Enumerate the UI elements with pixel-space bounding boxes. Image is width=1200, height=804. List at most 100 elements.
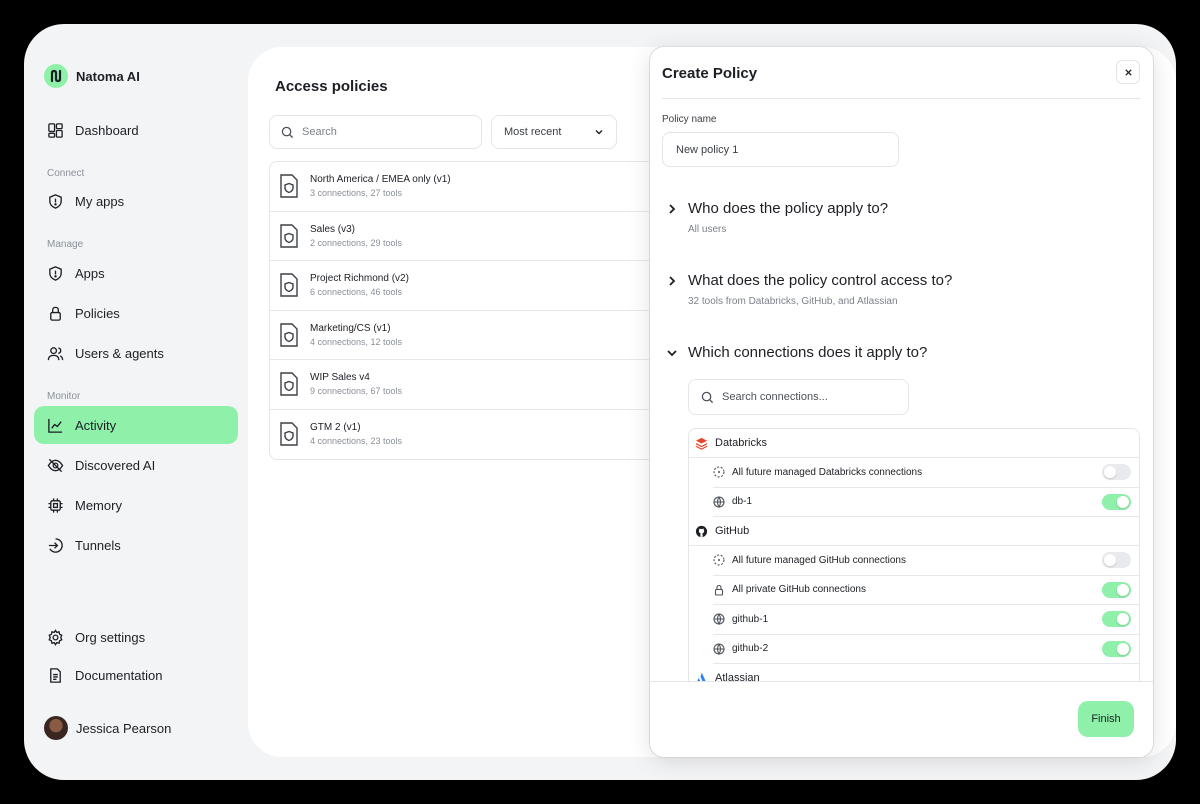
search-icon bbox=[281, 126, 294, 138]
connection-toggle[interactable] bbox=[1102, 552, 1131, 569]
connection-toggle[interactable] bbox=[1102, 611, 1131, 628]
sort-selected: Most recent bbox=[504, 126, 562, 138]
natoma-logo-icon bbox=[44, 64, 68, 88]
connection-row: All future managed Databricks connection… bbox=[713, 458, 1139, 488]
sidebar-item-dashboard[interactable]: Dashboard bbox=[34, 111, 238, 149]
sidebar-item-org-settings[interactable]: Org settings bbox=[34, 618, 238, 656]
user-name: Jessica Pearson bbox=[76, 720, 172, 736]
section-label-manage: Manage bbox=[47, 239, 84, 250]
policy-name: Sales (v3) bbox=[310, 223, 356, 235]
chevron-right-icon bbox=[669, 275, 676, 286]
policy-document-icon bbox=[280, 323, 298, 347]
search-icon bbox=[701, 391, 714, 403]
create-policy-modal: Create Policy Policy name Who does the p… bbox=[650, 47, 1153, 757]
dashed-circle-icon bbox=[713, 466, 725, 478]
connection-row: All private GitHub connections bbox=[713, 576, 1139, 605]
policy-name-field[interactable] bbox=[662, 132, 899, 167]
connection-row: github-1 bbox=[713, 605, 1139, 635]
section-title: Who does the policy apply to? bbox=[688, 200, 889, 217]
policy-document-icon bbox=[280, 174, 298, 198]
list-item[interactable]: Project Richmond (v2) 6 connections, 46 t… bbox=[270, 261, 668, 311]
policy-document-icon bbox=[280, 224, 298, 248]
sidebar-item-apps[interactable]: Apps bbox=[34, 254, 238, 292]
list-item[interactable]: Sales (v3) 2 connections, 29 tools bbox=[270, 212, 668, 261]
policy-document-icon bbox=[280, 422, 298, 446]
avatar bbox=[44, 716, 68, 740]
policy-meta: 4 connections, 23 tools bbox=[310, 436, 403, 447]
group-name: Databricks bbox=[715, 437, 767, 449]
chip-icon bbox=[48, 497, 63, 513]
globe-icon bbox=[713, 496, 725, 508]
chevron-right-icon bbox=[669, 203, 676, 214]
user-profile[interactable]: Jessica Pearson bbox=[44, 716, 171, 740]
section-summary: All users bbox=[688, 224, 727, 235]
section-which-connections[interactable]: Which connections does it apply to? bbox=[666, 344, 927, 361]
sidebar-item-policies[interactable]: Policies bbox=[34, 294, 238, 332]
policy-meta: 6 connections, 46 tools bbox=[310, 287, 403, 298]
lock-icon bbox=[714, 584, 724, 596]
policy-name: North America / EMEA only (v1) bbox=[310, 174, 451, 186]
policy-meta: 2 connections, 29 tools bbox=[310, 237, 403, 248]
connection-label: All future managed GitHub connections bbox=[732, 554, 906, 566]
section-what-controls[interactable]: What does the policy control access to? bbox=[666, 272, 952, 289]
policy-list: North America / EMEA only (v1) 3 connecti… bbox=[269, 161, 669, 460]
section-title: What does the policy control access to? bbox=[688, 272, 953, 289]
connection-toggle[interactable] bbox=[1102, 464, 1131, 481]
sidebar-item-discovered-ai[interactable]: Discovered AI bbox=[34, 446, 238, 484]
connection-label: All private GitHub connections bbox=[732, 584, 866, 596]
connection-row: db-1 bbox=[713, 488, 1139, 517]
group-github: GitHub bbox=[689, 517, 1139, 546]
connection-label: All future managed Databricks connection… bbox=[732, 466, 923, 478]
tunnel-icon bbox=[48, 537, 63, 553]
sidebar-item-label: Documentation bbox=[75, 667, 163, 683]
sidebar-item-activity[interactable]: Activity bbox=[34, 406, 238, 444]
brand-name: Natoma AI bbox=[76, 68, 140, 84]
connection-toggle[interactable] bbox=[1102, 581, 1131, 598]
close-button[interactable] bbox=[1116, 60, 1140, 84]
modal-title: Create Policy bbox=[662, 65, 758, 82]
modal-footer: Finish bbox=[650, 681, 1153, 757]
sidebar-item-label: Tunnels bbox=[75, 537, 121, 553]
connection-toggle[interactable] bbox=[1102, 640, 1131, 657]
sidebar-item-label: Memory bbox=[75, 497, 122, 513]
connection-search-input[interactable]: Search connections... bbox=[688, 379, 909, 415]
connection-row: github-2 bbox=[713, 635, 1139, 664]
document-icon bbox=[50, 667, 61, 683]
list-item[interactable]: WIP Sales v4 9 connections, 67 tools bbox=[270, 360, 668, 410]
policy-name: GTM 2 (v1) bbox=[310, 422, 361, 434]
policy-name: Marketing/CS (v1) bbox=[310, 322, 391, 334]
policy-meta: 9 connections, 67 tools bbox=[310, 386, 403, 397]
dashed-circle-icon bbox=[713, 554, 725, 566]
shield-icon bbox=[49, 265, 62, 281]
section-summary: 32 tools from Databricks, GitHub, and At… bbox=[688, 296, 898, 307]
connection-label: github-2 bbox=[732, 643, 769, 655]
list-item[interactable]: North America / EMEA only (v1) 3 connecti… bbox=[270, 162, 668, 212]
finish-button[interactable]: Finish bbox=[1078, 701, 1134, 737]
list-item[interactable]: GTM 2 (v1) 4 connections, 23 tools bbox=[270, 410, 668, 460]
sidebar-item-label: Apps bbox=[75, 265, 105, 281]
search-input[interactable]: Search bbox=[269, 115, 482, 149]
sidebar-item-documentation[interactable]: Documentation bbox=[34, 656, 238, 694]
sidebar-item-my-apps[interactable]: My apps bbox=[34, 182, 238, 220]
sidebar-item-tunnels[interactable]: Tunnels bbox=[34, 526, 238, 564]
brand[interactable]: Natoma AI bbox=[44, 64, 140, 88]
search-placeholder: Search bbox=[302, 126, 337, 138]
connection-toggle[interactable] bbox=[1102, 493, 1131, 510]
sidebar-item-memory[interactable]: Memory bbox=[34, 486, 238, 524]
policy-name-label: Policy name bbox=[662, 114, 717, 125]
section-label-connect: Connect bbox=[47, 168, 85, 179]
list-item[interactable]: Marketing/CS (v1) 4 connections, 12 tools bbox=[270, 311, 668, 360]
connection-label: github-1 bbox=[732, 613, 769, 625]
section-who-applies[interactable]: Who does the policy apply to? bbox=[666, 200, 888, 217]
connection-label: db-1 bbox=[732, 496, 753, 508]
sort-select[interactable]: Most recent bbox=[491, 115, 617, 149]
chevron-down-icon bbox=[595, 130, 603, 135]
connection-row: All future managed GitHub connections bbox=[713, 546, 1139, 576]
modal-divider bbox=[662, 98, 1140, 99]
policy-document-icon bbox=[280, 273, 298, 297]
sidebar-item-label: My apps bbox=[75, 193, 125, 209]
globe-icon bbox=[713, 643, 725, 655]
group-name: GitHub bbox=[715, 525, 750, 537]
sidebar-item-users-agents[interactable]: Users & agents bbox=[34, 334, 238, 372]
lock-icon bbox=[50, 306, 61, 321]
